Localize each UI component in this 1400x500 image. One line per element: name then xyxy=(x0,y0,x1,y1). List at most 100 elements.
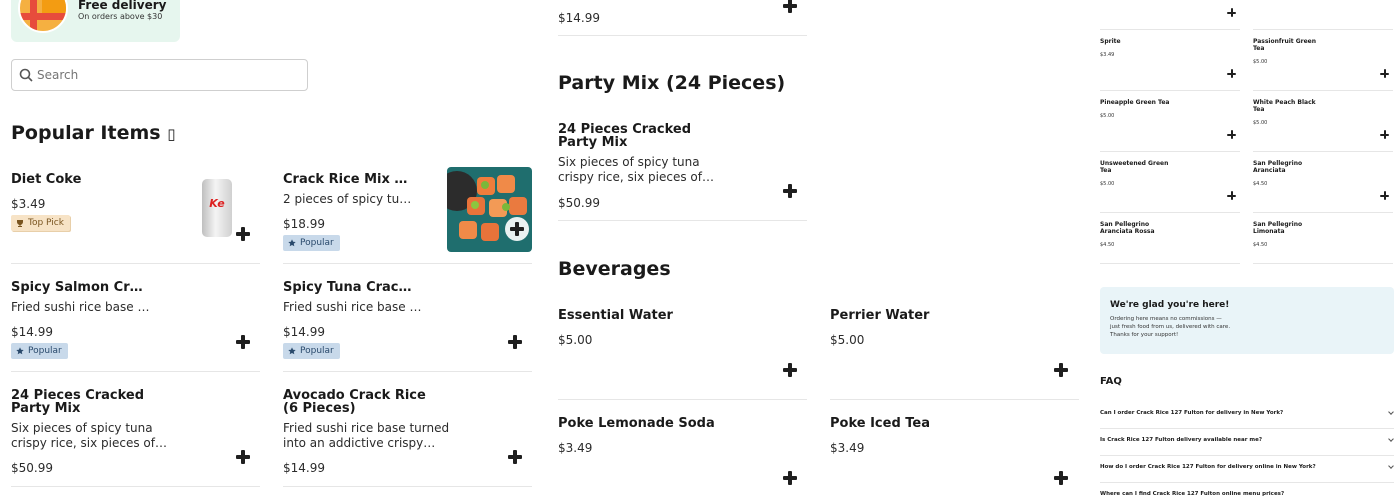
add-button[interactable] xyxy=(1054,363,1068,377)
drink-name-line1: Unsweetened Green xyxy=(1100,160,1169,167)
add-button[interactable] xyxy=(1054,471,1068,485)
star-icon xyxy=(16,347,24,355)
top-pick-badge: Top Pick xyxy=(11,215,70,231)
add-button[interactable] xyxy=(783,471,797,485)
drink-sprite[interactable]: Sprite $3.49 xyxy=(1100,38,1240,90)
promo-card: Free delivery On orders above $30 xyxy=(11,0,180,42)
party-mix-heading: Party Mix (24 Pieces) xyxy=(558,72,786,94)
drink-name-line1: San Pellegrino xyxy=(1253,221,1303,228)
drink-name-line2: Aranciata Rossa xyxy=(1100,228,1155,235)
search-box[interactable] xyxy=(11,59,308,91)
drink-name-line1: White Peach Black xyxy=(1253,99,1316,106)
faq-item-4[interactable]: Where can I find Crack Rice 127 Fulton o… xyxy=(1100,483,1394,500)
item-price: $14.99 xyxy=(11,325,53,339)
badge-label: Top Pick xyxy=(28,218,64,228)
popular-heading-text: Popular Items xyxy=(11,122,161,144)
popular-heading: Popular Items ▯ xyxy=(11,122,175,144)
faq-item-3[interactable]: How do I order Crack Rice 127 Fulton for… xyxy=(1100,456,1394,482)
item-name: Poke Lemonade Soda xyxy=(558,416,715,431)
badge-label: Popular xyxy=(28,346,62,356)
item-price: $18.99 xyxy=(283,217,325,231)
promo-title: Free delivery xyxy=(78,0,167,12)
faq-item-1[interactable]: Can I order Crack Rice 127 Fulton for de… xyxy=(1100,402,1394,428)
item-name: Crack Rice Mix (8… xyxy=(283,173,413,187)
add-button[interactable] xyxy=(236,450,250,464)
drink-name-line2: Tea xyxy=(1253,106,1265,113)
faq-item-2[interactable]: Is Crack Rice 127 Fulton delivery availa… xyxy=(1100,429,1394,455)
party-item-24-pieces[interactable]: 24 Pieces Cracked Party Mix Six pieces o… xyxy=(558,117,807,220)
item-desc-line1: Six pieces of spicy tuna xyxy=(558,155,700,169)
add-button[interactable] xyxy=(508,450,522,464)
promo-icon xyxy=(18,0,68,33)
glad-title: We're glad you're here! xyxy=(1110,300,1230,310)
add-button[interactable] xyxy=(1380,191,1389,200)
add-button[interactable] xyxy=(236,227,250,241)
faq-question: How do I order Crack Rice 127 Fulton for… xyxy=(1100,464,1316,470)
drink-san-pellegrino-aranciata-rossa[interactable]: San Pellegrino Aranciata Rossa $4.50 xyxy=(1100,221,1240,263)
add-button[interactable] xyxy=(1380,130,1389,139)
item-price: $14.99 xyxy=(283,325,325,339)
add-button[interactable] xyxy=(1227,8,1236,17)
popular-item-diet-coke[interactable]: Diet Coke $3.49 Top Pick Ke xyxy=(11,167,260,263)
chevron-down-icon xyxy=(1388,409,1394,415)
drink-price: $5.00 xyxy=(1253,120,1268,126)
item-name-line2: Party Mix xyxy=(11,401,81,416)
drink-name-line2: Limonata xyxy=(1253,228,1285,235)
add-button[interactable] xyxy=(510,222,524,236)
drink-san-pellegrino-aranciata[interactable]: San Pellegrino Aranciata $4.50 xyxy=(1253,160,1393,212)
beverage-poke-lemonade-soda[interactable]: Poke Lemonade Soda $3.49 xyxy=(558,411,807,500)
add-button[interactable] xyxy=(1227,69,1236,78)
item-desc: Fried sushi rice base turne… xyxy=(11,300,151,314)
item-price: $50.99 xyxy=(558,196,600,210)
drink-name-line1: Passionfruit Green xyxy=(1253,38,1317,45)
star-icon xyxy=(288,239,296,247)
item-price: $3.49 xyxy=(558,441,593,455)
search-input[interactable] xyxy=(37,66,297,84)
badge-label: Popular xyxy=(300,346,334,356)
item-name: Diet Coke xyxy=(11,172,82,187)
drink-name: Pineapple Green Tea xyxy=(1100,99,1170,106)
add-button[interactable] xyxy=(1227,130,1236,139)
add-button[interactable] xyxy=(236,335,250,349)
item-name: Perrier Water xyxy=(830,308,930,323)
drink-passionfruit-green-tea[interactable]: Passionfruit Green Tea $5.00 xyxy=(1253,38,1393,90)
drink-pineapple-green-tea[interactable]: Pineapple Green Tea $5.00 xyxy=(1100,99,1240,151)
drink-price: $4.50 xyxy=(1100,242,1115,248)
add-button[interactable] xyxy=(783,363,797,377)
popular-item-spicy-tuna[interactable]: Spicy Tuna Crack Ric… Fried sushi rice b… xyxy=(283,275,532,371)
glad-line-2: just fresh food from us, delivered with … xyxy=(1110,324,1231,330)
drink-name-line1: San Pellegrino xyxy=(1100,221,1150,228)
item-desc: 2 pieces of spicy tuna, 2… xyxy=(283,192,418,206)
drink-white-peach-black-tea[interactable]: White Peach Black Tea $5.00 xyxy=(1253,99,1393,151)
beverages-heading: Beverages xyxy=(558,258,671,280)
popular-heading-icon: ▯ xyxy=(167,125,176,143)
item-name: Spicy Tuna Crack Ric… xyxy=(283,281,418,295)
item-name-line2: (6 Pieces) xyxy=(283,401,356,416)
drink-san-pellegrino-limonata[interactable]: San Pellegrino Limonata $4.50 xyxy=(1253,221,1393,263)
drink-price: $5.00 xyxy=(1100,181,1115,187)
item-price: $3.49 xyxy=(830,441,865,455)
popular-badge: Popular xyxy=(11,343,68,359)
drink-unsweetened-green-tea[interactable]: Unsweetened Green Tea $5.00 xyxy=(1100,160,1240,212)
search-icon xyxy=(19,68,33,82)
item-desc: Fried sushi rice base turne… xyxy=(283,300,423,314)
beverage-essential-water[interactable]: Essential Water $5.00 xyxy=(558,303,807,399)
item-price: $14.99 xyxy=(283,461,325,475)
add-button[interactable] xyxy=(783,184,797,198)
beverage-poke-iced-tea[interactable]: Poke Iced Tea $3.49 xyxy=(830,411,1079,500)
add-button[interactable] xyxy=(508,335,522,349)
drink-name: Sprite xyxy=(1100,38,1121,45)
item-name-line2: Party Mix xyxy=(558,135,628,150)
beverage-perrier-water[interactable]: Perrier Water $5.00 xyxy=(830,303,1079,399)
popular-item-24-pieces[interactable]: 24 Pieces Cracked Party Mix Six pieces o… xyxy=(11,383,260,486)
add-button[interactable] xyxy=(1380,69,1389,78)
drink-price: $5.00 xyxy=(1253,59,1268,65)
item-desc-line2: crispy rice, six pieces of… xyxy=(11,436,167,450)
popular-item-spicy-salmon[interactable]: Spicy Salmon Crack… Fried sushi rice bas… xyxy=(11,275,260,371)
add-button[interactable] xyxy=(783,0,797,13)
popular-item-avocado[interactable]: Avocado Crack Rice (6 Pieces) Fried sush… xyxy=(283,383,532,486)
add-button[interactable] xyxy=(1227,191,1236,200)
drink-name-line2: Tea xyxy=(1253,45,1265,52)
popular-badge: Popular xyxy=(283,235,340,251)
popular-item-crack-rice-mix[interactable]: Crack Rice Mix (8… 2 pieces of spicy tun… xyxy=(283,167,532,263)
